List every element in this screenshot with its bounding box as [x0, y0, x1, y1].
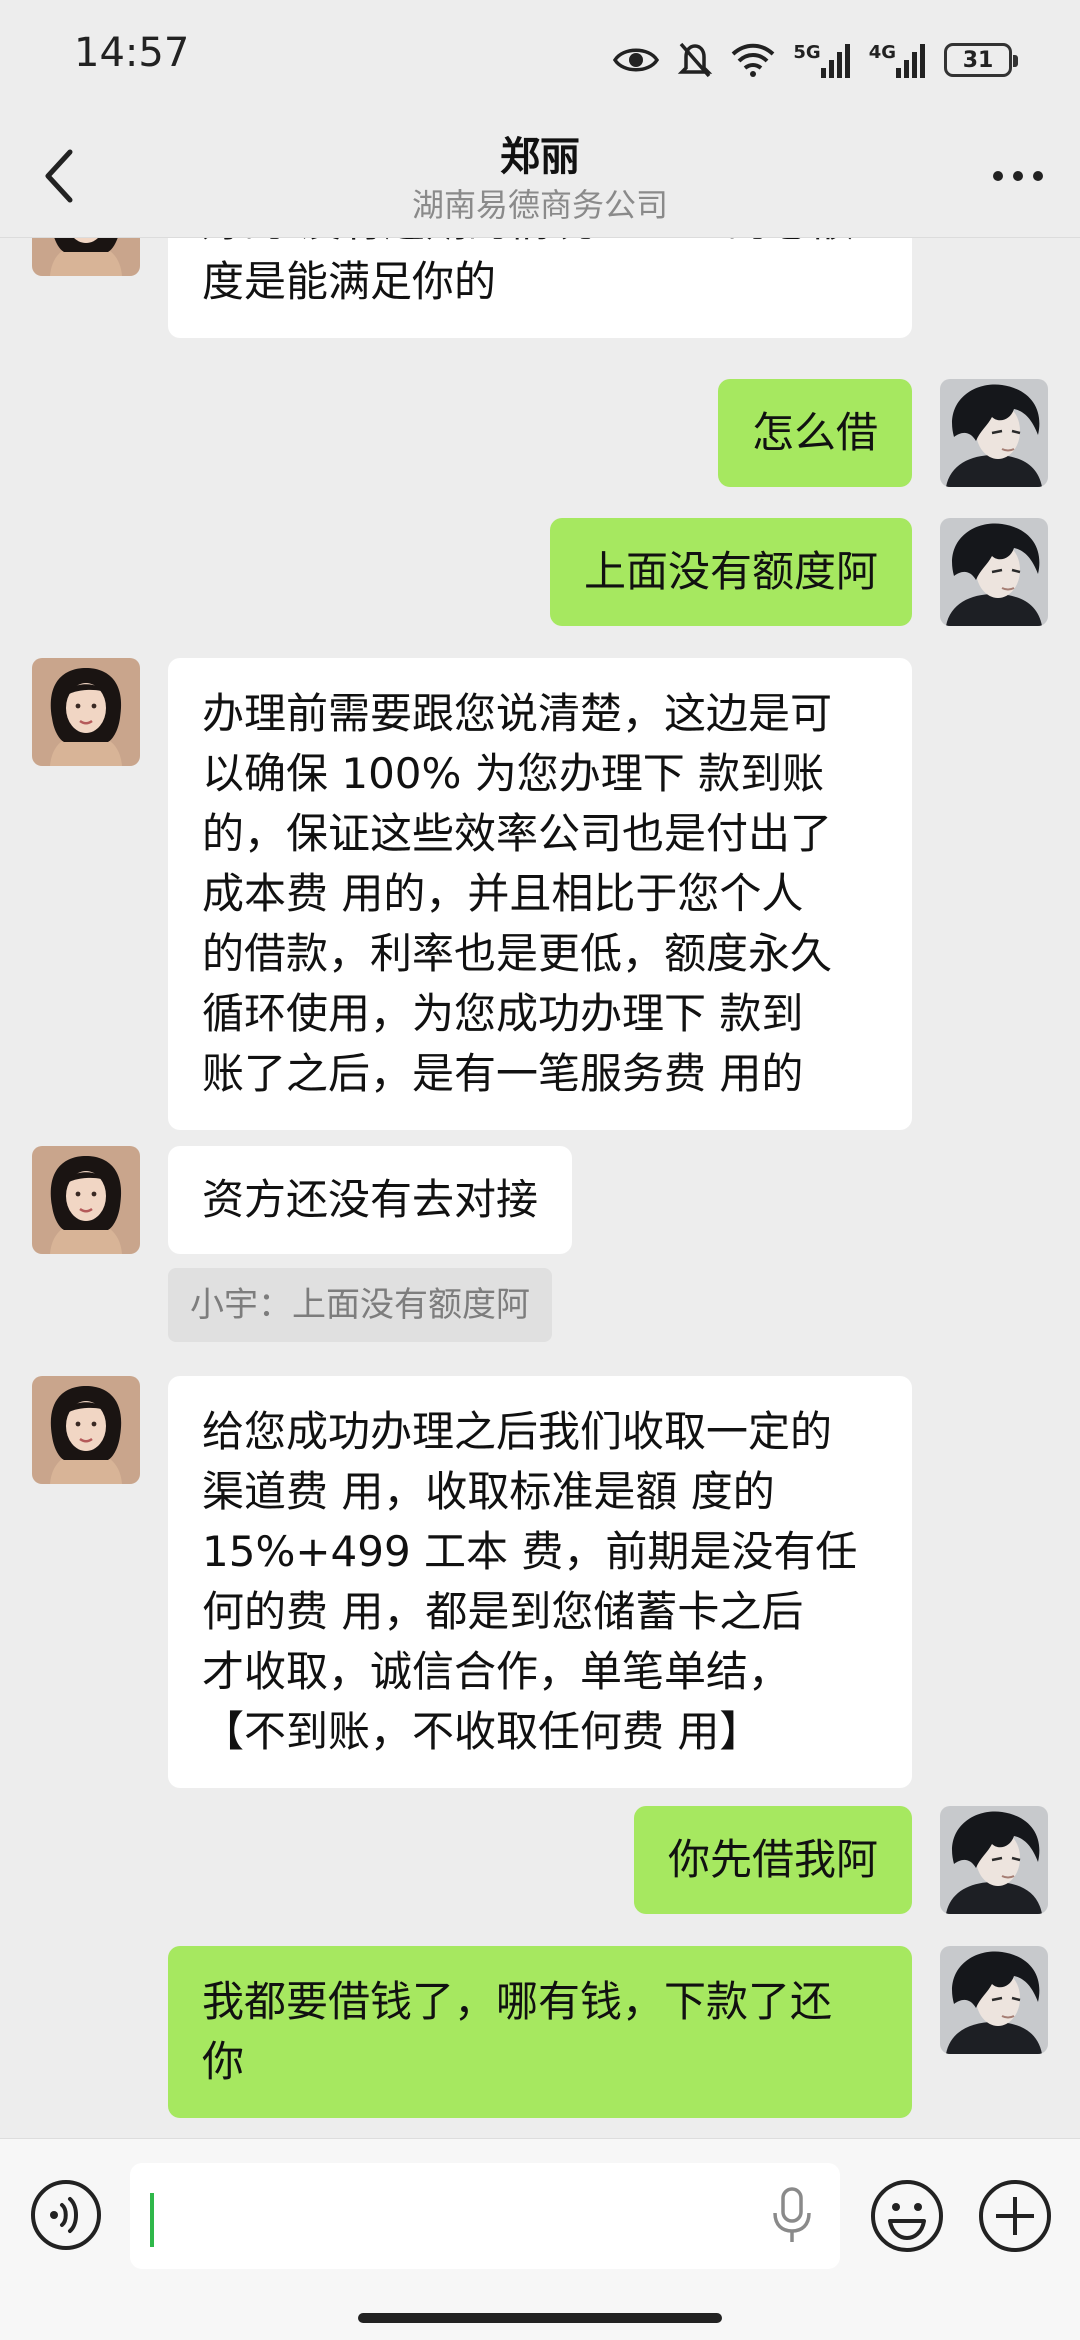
eye-icon	[613, 48, 660, 72]
contact-name: 郑丽	[500, 134, 580, 180]
home-indicator[interactable]	[358, 2313, 722, 2323]
message-list[interactable]: 好的 没有逾期的情况 3000 的总额 度是能满足你的 怎么借 上面没有额度阿 …	[0, 238, 1080, 2138]
message-text: 给您成功办理之后我们收取一定的	[202, 1407, 833, 1456]
my-avatar[interactable]	[940, 1946, 1048, 2054]
contact-avatar[interactable]	[32, 1376, 140, 1484]
my-avatar[interactable]	[940, 518, 1048, 626]
message-text: 好的 没有逾期的情况 3000 的总额	[202, 238, 878, 252]
contact-avatar[interactable]	[32, 238, 140, 276]
contact-avatar[interactable]	[32, 658, 140, 766]
contact-avatar[interactable]	[32, 1146, 140, 1254]
message-bubble-outgoing[interactable]: 怎么借	[717, 379, 912, 487]
status-icons: 5G 4G 31	[613, 36, 1018, 84]
message-bubble-outgoing[interactable]: 上面没有额度阿	[549, 518, 912, 626]
emoji-icon[interactable]	[870, 2179, 944, 2253]
chat-header: 郑丽 湖南易德商务公司	[0, 120, 1080, 238]
message-text: 才收取，诚信合作，单笔单结，	[202, 1647, 791, 1696]
battery-level: 31	[962, 47, 994, 73]
text-caret	[150, 2193, 154, 2247]
message-text: 资方还没有去对接	[202, 1175, 539, 1224]
message-input[interactable]	[130, 2163, 840, 2269]
wifi-icon	[732, 43, 775, 77]
net-4g-label: 4G	[868, 42, 896, 63]
battery-indicator: 31	[944, 43, 1018, 77]
plus-icon[interactable]	[978, 2179, 1052, 2253]
message-text: 循环使用，为您成功办理下 款到	[202, 989, 804, 1038]
message-text: 你先借我阿	[667, 1835, 878, 1884]
message-text: 以确保 100% 为您办理下 款到账	[202, 749, 825, 798]
quoted-message[interactable]: 小宇：上面没有额度阿	[168, 1268, 552, 1342]
net-5g-label: 5G	[793, 42, 821, 63]
microphone-icon[interactable]	[770, 2187, 814, 2245]
message-text: 的借款，利率也是更低，额度永久	[202, 929, 833, 978]
my-avatar[interactable]	[940, 1806, 1048, 1914]
status-bar: 14:57 5G 4G 31	[0, 0, 1080, 120]
message-bubble-incoming[interactable]: 办理前需要跟您说清楚，这边是可 以确保 100% 为您办理下 款到账 的，保证这…	[168, 658, 912, 1130]
signal-5g: 5G	[793, 42, 850, 78]
contact-company: 湖南易德商务公司	[411, 186, 668, 224]
message-text: 成本费 用的，并且相比于您个人	[202, 869, 804, 918]
message-text: 账了之后，是有一笔服务费 用的	[202, 1049, 804, 1098]
message-text: 办理前需要跟您说清楚，这边是可	[202, 689, 833, 738]
message-text: 渠道费 用，收取标准是額 度的	[202, 1467, 775, 1516]
status-time: 14:57	[74, 30, 190, 76]
message-bubble-incoming[interactable]: 给您成功办理之后我们收取一定的 渠道费 用，收取标准是額 度的 15%+499 …	[168, 1376, 912, 1788]
message-bubble-incoming[interactable]: 资方还没有去对接	[168, 1146, 573, 1254]
message-text: 上面没有额度阿	[583, 547, 878, 596]
message-text: 我都要借钱了，哪有钱，下款了还	[202, 1977, 833, 2026]
voice-mode-icon[interactable]	[30, 2179, 102, 2251]
message-text: 度是能满足你的	[202, 257, 497, 306]
message-bubble-outgoing[interactable]: 我都要借钱了，哪有钱，下款了还 你	[168, 1946, 912, 2118]
message-text: 【不到账，不收取任何费 用】	[202, 1707, 762, 1756]
message-text: 你	[202, 2037, 245, 2086]
message-bubble-incoming[interactable]: 好的 没有逾期的情况 3000 的总额 度是能满足你的	[168, 238, 912, 338]
message-text: 的，保证这些效率公司也是付出了	[202, 809, 833, 858]
message-text: 15%+499 工本 费，前期是没有任	[202, 1527, 858, 1576]
signal-bars-icon	[820, 44, 850, 78]
mute-bell-icon	[678, 42, 713, 78]
more-dots-icon[interactable]	[988, 156, 1048, 196]
signal-bars-icon	[896, 44, 925, 78]
message-text: 何的费 用，都是到您储蓄卡之后	[202, 1587, 804, 1636]
input-bar	[0, 2138, 1080, 2340]
signal-4g: 4G	[869, 42, 926, 78]
my-avatar[interactable]	[940, 379, 1048, 487]
message-text: 怎么借	[751, 408, 878, 457]
message-bubble-outgoing[interactable]: 你先借我阿	[633, 1806, 912, 1914]
